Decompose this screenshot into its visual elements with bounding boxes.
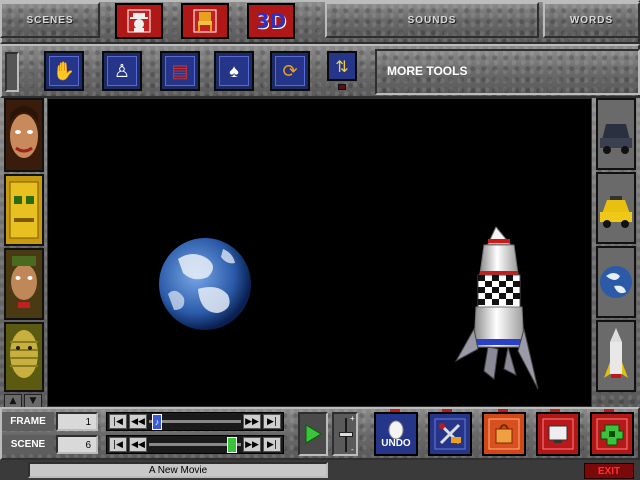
hand-icon: ✋ [49,56,79,86]
prop-taxi-icon [598,174,634,242]
earth-prop[interactable] [159,238,251,330]
tab-words-label: WORDS [569,14,614,26]
map-icon [596,418,628,450]
fast-forward-icon: ▶▶ [245,416,259,427]
actor-walk-icon: ♙ [107,56,137,86]
actor-robot-icon [6,176,42,244]
skip-end-icon: ▶| [267,439,277,450]
rotate-tool-button[interactable]: ⟳ [270,51,310,91]
actor-thumb-robot[interactable] [4,174,44,246]
actor-woman-face-icon [6,100,42,170]
stage-scene [159,226,539,390]
actor-mummy-icon [6,324,42,390]
skip-end-icon: ▶| [267,416,277,427]
map-button[interactable] [590,412,634,456]
undo-button[interactable]: UNDO [374,412,418,456]
frame-transport: |◀ ◀◀ ♪ ▶▶ ▶| [106,412,284,431]
up-arrow-icon: ▲ [9,396,17,406]
scene-slider-thumb[interactable] [227,437,237,453]
fast-forward-icon: ▶▶ [245,439,259,450]
play-button[interactable] [298,412,328,456]
prop-thumb-rocket[interactable] [596,320,636,392]
more-tools-panel[interactable]: MORE TOOLS [375,49,640,95]
swap-tool-button[interactable]: ⇅ [327,51,357,81]
status-light-icon [338,84,346,90]
actor-thumb-bearded-man[interactable] [4,248,44,320]
rocket-prop[interactable] [454,226,539,390]
screen-button[interactable] [536,412,580,456]
monitor-icon [542,418,574,450]
plus-icon: + [350,414,355,423]
scene-number-field[interactable]: 6 [56,435,98,454]
frame-prev-button[interactable]: ◀◀ [129,414,147,429]
props-category-button[interactable] [181,3,229,39]
scene-next-button[interactable]: ▶▶ [243,437,261,452]
speed-slider[interactable]: + - [332,412,358,456]
scene-label: SCENE [2,435,54,454]
scene-first-button[interactable]: |◀ [109,437,127,452]
frame-number-field[interactable]: 1 [56,412,98,431]
down-arrow-icon: ▼ [29,396,37,406]
slider-knob[interactable] [339,432,353,437]
rotate-box-icon: ⟳ [275,56,305,86]
exit-label: EXIT [597,465,621,477]
undo-label: UNDO [381,438,411,449]
tab-sounds[interactable]: SOUNDS [325,2,539,38]
minus-icon: - [351,445,354,454]
scene-prev-button[interactable]: ◀◀ [129,437,147,452]
prop-thumb-car[interactable] [596,98,636,170]
movie-title-field: A New Movie [28,462,328,478]
bag-button[interactable] [482,412,526,456]
frame-slider-thumb[interactable]: ♪ [152,414,162,430]
tab-words[interactable]: WORDS [543,2,640,38]
prop-thumb-taxi[interactable] [596,172,636,244]
frame-slider[interactable] [149,420,241,423]
movie-title: A New Movie [148,465,208,476]
rewind-icon: ◀◀ [131,439,145,450]
prop-car-icon [598,100,634,168]
bag-icon [488,418,520,450]
prop-chair-icon [193,9,217,33]
cut-copy-button[interactable] [428,412,472,456]
scene-last-button[interactable]: ▶| [263,437,281,452]
tab-scenes[interactable]: SCENES [0,2,100,38]
egg-icon [388,420,404,439]
stage[interactable] [47,98,592,407]
costume-tool-button[interactable]: ♠ [214,51,254,91]
scene-transport: |◀ ◀◀ ▶▶ ▶| [106,435,284,454]
skip-start-icon: |◀ [113,416,123,427]
actor-bearded-man-icon [6,250,42,318]
prop-rocket-icon [598,322,634,390]
actor-thumb-woman[interactable] [4,98,44,172]
music-note-icon: ♪ [154,417,160,427]
tab-scenes-label: SCENES [26,14,74,26]
frame-label: FRAME [2,412,54,431]
actors-category-button[interactable] [115,3,163,39]
frame-next-button[interactable]: ▶▶ [243,414,261,429]
actor-hat-icon [127,9,151,33]
film-frames-icon: ▤ [165,56,195,86]
3d-words-category-button[interactable]: 3D [247,3,295,39]
rewind-icon: ◀◀ [131,416,145,427]
tool-bar-grip [5,52,19,92]
3d-text-icon: 3D [251,9,291,33]
left-scroll-down-button[interactable]: ▼ [24,394,42,408]
actor-walk-tool-button[interactable]: ♙ [102,51,142,91]
prop-thumb-earth[interactable] [596,246,636,318]
costume-shirt-icon: ♠ [219,56,249,86]
frame-first-button[interactable]: |◀ [109,414,127,429]
left-scroll-up-button[interactable]: ▲ [4,394,22,408]
tab-sounds-label: SOUNDS [407,14,457,26]
more-tools-label: MORE TOOLS [387,64,468,78]
swap-arrows-icon: ⇅ [335,56,349,76]
scissors-icon [434,418,466,450]
skip-start-icon: |◀ [113,439,123,450]
play-icon [305,424,322,444]
frame-last-button[interactable]: ▶| [263,414,281,429]
film-frames-tool-button[interactable]: ▤ [160,51,200,91]
exit-button[interactable]: EXIT [584,463,634,479]
hand-tool-button[interactable]: ✋ [44,51,84,91]
actor-thumb-mummy[interactable] [4,322,44,392]
prop-earth-icon [598,248,634,316]
